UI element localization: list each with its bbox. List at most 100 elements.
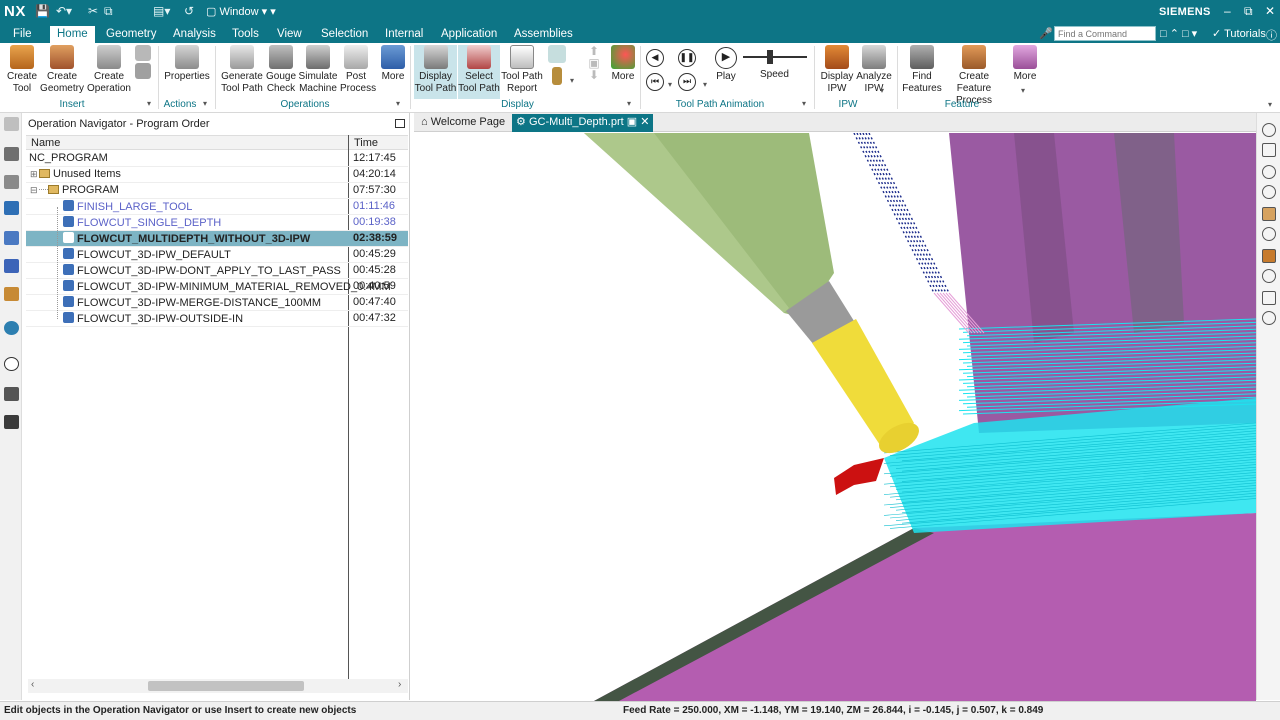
more-feature-dropdown-icon[interactable]: ▾ — [1021, 86, 1025, 95]
tab-tools[interactable]: Tools — [230, 26, 261, 43]
view-options-icon[interactable] — [1262, 123, 1276, 137]
window-menu[interactable]: ▢ Window ▾ ▾ — [206, 5, 276, 18]
analyze-ipw-button[interactable]: Analyze IPW — [856, 45, 892, 95]
tree-row-operation[interactable]: FLOWCUT_3D-IPW-MINIMUM_MATERIAL_REMOVED_… — [26, 279, 408, 295]
rewind-icon[interactable]: ⏮ — [646, 73, 664, 91]
play-button[interactable]: ▶ Play — [712, 45, 740, 83]
animation-group-dropdown-icon[interactable]: ▾ — [802, 99, 806, 108]
select-tool-path-button[interactable]: Select Tool Path — [458, 45, 500, 99]
copy-icon[interactable]: ⧉ — [104, 4, 113, 19]
generate-tool-path-button[interactable]: Generate Tool Path — [220, 45, 264, 95]
step-back-icon[interactable]: ◀ — [646, 49, 664, 67]
collapse-icon[interactable]: ⊟ — [30, 185, 39, 196]
rewind-dropdown-icon[interactable]: ▾ — [668, 80, 672, 89]
operation-navigator-icon[interactable] — [4, 201, 19, 215]
speed-slider-handle[interactable] — [767, 50, 773, 64]
tree-row-program[interactable]: ⊟ PROGRAM 07:57:30 — [26, 183, 408, 199]
rotate-icon[interactable] — [1262, 165, 1276, 179]
display-group-dropdown-icon[interactable]: ▾ — [627, 99, 631, 108]
create-tool-button[interactable]: Create Tool — [3, 45, 41, 95]
fit-icon[interactable] — [1262, 269, 1276, 283]
fast-forward-icon[interactable]: ⏭ — [678, 73, 696, 91]
more-operations-button[interactable]: More — [379, 45, 407, 83]
orient-view-icon[interactable] — [1262, 291, 1276, 305]
tab-application[interactable]: Application — [439, 26, 499, 43]
display-ipw-button[interactable]: Display IPW — [819, 45, 855, 95]
more-feature-button[interactable]: More — [1010, 45, 1040, 83]
ribbon-options-dropdown-icon[interactable]: ▾ — [1268, 100, 1272, 109]
post-process-button[interactable]: Post Process — [340, 45, 376, 95]
display-tool-path-button[interactable]: Display Tool Path — [414, 45, 457, 99]
clip-section-icon[interactable] — [1262, 249, 1276, 263]
tree-row-operation[interactable]: FLOWCUT_3D-IPW-DONT_APPLY_TO_LAST_PASS 0… — [26, 263, 408, 279]
minimize-icon[interactable]: – — [1224, 4, 1231, 18]
more-display-button[interactable]: More — [608, 45, 638, 83]
tab-geometry[interactable]: Geometry — [104, 26, 159, 43]
tab-internal[interactable]: Internal — [383, 26, 425, 43]
history-icon[interactable] — [4, 357, 19, 371]
scrollbar-thumb[interactable] — [148, 681, 304, 691]
tab-view[interactable]: View — [275, 26, 304, 43]
tool-path-report-button[interactable]: Tool Path Report — [501, 45, 543, 95]
show-hide-icon[interactable] — [1262, 143, 1276, 157]
create-feature-process-button[interactable]: Create Feature Process — [942, 45, 1006, 107]
move-down-icon[interactable]: ⬇ — [589, 68, 599, 82]
part-navigator-icon[interactable] — [4, 147, 19, 161]
create-operation-button[interactable]: Create Operation — [86, 45, 132, 95]
animation-middle-controls[interactable]: ❚❚ ⏭ — [678, 45, 700, 91]
tree-row-operation[interactable]: FLOWCUT_SINGLE_DEPTH 00:19:38 — [26, 215, 408, 231]
reuse-library-icon[interactable] — [4, 287, 19, 301]
help-icon[interactable]: ⓘ — [1266, 27, 1277, 43]
tree-row-operation[interactable]: FLOWCUT_3D-IPW_DEFAULT 00:45:29 — [26, 247, 408, 263]
column-header-name[interactable]: Name — [31, 137, 60, 149]
analyze-ipw-dropdown-icon[interactable]: ▾ — [880, 86, 884, 95]
insert-group-dropdown-icon[interactable]: ▾ — [147, 99, 151, 108]
touch-mode-icon[interactable]: ↺ — [184, 4, 194, 18]
tree-row-unused-items[interactable]: ⊞ Unused Items 04:20:14 — [26, 167, 408, 183]
process-studio-icon[interactable] — [4, 387, 19, 401]
column-header-time[interactable]: Time — [354, 137, 378, 149]
resource-settings-icon[interactable] — [4, 117, 19, 131]
feature-navigator-icon[interactable] — [4, 259, 19, 273]
tab-options-icon[interactable]: ▣ — [627, 116, 637, 128]
tab-welcome-page[interactable]: ⌂ Welcome Page — [417, 114, 509, 132]
find-command-input[interactable] — [1054, 26, 1156, 41]
animation-left-controls[interactable]: ◀ ⏮ — [646, 45, 666, 91]
expand-icon[interactable]: ⊞ — [30, 169, 39, 180]
tab-analysis[interactable]: Analysis — [171, 26, 218, 43]
tab-selection[interactable]: Selection — [319, 26, 370, 43]
tab-home[interactable]: Home — [50, 26, 95, 43]
tree-row-operation-selected[interactable]: FLOWCUT_MULTIDEPTH_WITHOUT_3D-IPW 02:38:… — [26, 231, 408, 247]
pan-icon[interactable] — [1262, 185, 1276, 199]
undo-icon[interactable]: ↶▾ — [56, 4, 72, 18]
scroll-left-icon[interactable]: ‹ — [31, 679, 34, 690]
restore-icon[interactable]: ⧉ — [1244, 4, 1253, 19]
tree-row-operation[interactable]: FINISH_LARGE_TOOL 01:11:46 — [26, 199, 408, 215]
tab-assemblies[interactable]: Assemblies — [512, 26, 575, 43]
repeat-command-icon[interactable]: ▤▾ — [153, 4, 170, 18]
gouge-check-button[interactable]: Gouge Check — [265, 45, 297, 95]
tutorials-link[interactable]: ✓ Tutorials — [1212, 27, 1266, 40]
tab-file[interactable]: File — [11, 26, 34, 43]
operations-group-dropdown-icon[interactable]: ▾ — [396, 99, 400, 108]
simulate-machine-button[interactable]: Simulate Machine — [298, 45, 338, 95]
insert-extra-icons[interactable] — [134, 45, 152, 81]
zoom-icon[interactable] — [1262, 227, 1276, 241]
tool-color-dropdown-icon[interactable]: ▾ — [570, 76, 574, 85]
maximize-icon[interactable] — [395, 119, 405, 128]
cut-icon[interactable]: ✂ — [88, 4, 98, 18]
graphics-canvas[interactable] — [414, 133, 1256, 701]
tab-part-file[interactable]: ⚙ GC-Multi_Depth.prt ▣ ✕ — [512, 114, 654, 132]
graphics-viewport[interactable] — [414, 133, 1256, 701]
horizontal-scrollbar[interactable]: ‹ › — [28, 679, 408, 693]
microphone-icon[interactable]: 🎤 — [1039, 27, 1053, 40]
web-browser-icon[interactable] — [4, 321, 19, 335]
render-style-icon[interactable] — [1262, 207, 1276, 221]
close-icon[interactable]: ✕ — [1265, 4, 1275, 18]
tree-row-nc-program[interactable]: NC_PROGRAM 12:17:45 — [26, 151, 408, 167]
snap-view-icon[interactable] — [1262, 311, 1276, 325]
manufacturing-wizard-icon[interactable] — [4, 415, 19, 429]
pause-icon[interactable]: ❚❚ — [678, 49, 696, 67]
actions-group-dropdown-icon[interactable]: ▾ — [203, 99, 207, 108]
save-icon[interactable]: 💾 — [35, 4, 50, 18]
